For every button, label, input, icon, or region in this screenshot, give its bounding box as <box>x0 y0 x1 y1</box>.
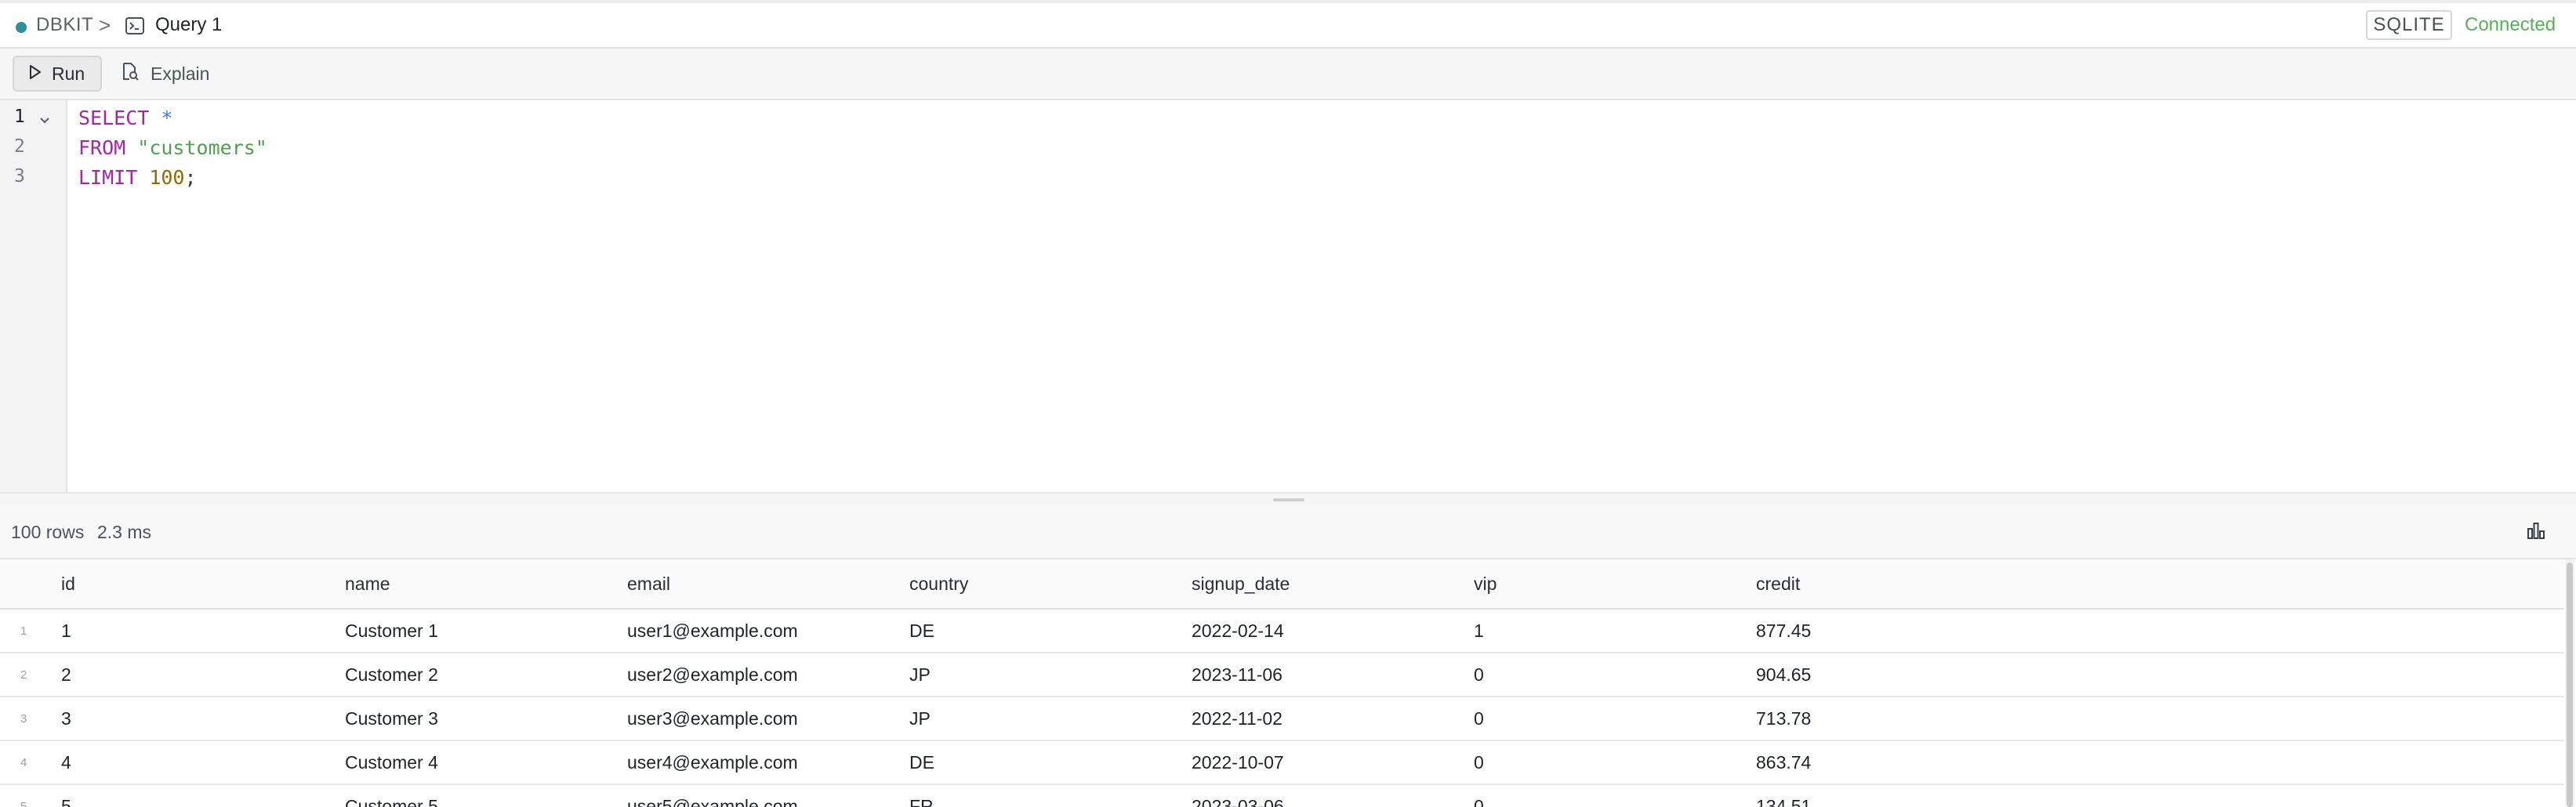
sql-editor[interactable]: 1 2 3 SELECT * FROM "customers" LIMIT 10… <box>0 100 2576 492</box>
table-cell[interactable]: user3@example.com <box>627 697 798 740</box>
line-number: 3 <box>14 166 25 186</box>
results-summary-bar: 100 rows 2.3 ms <box>0 506 2576 559</box>
execution-time: 2.3 ms <box>97 521 152 542</box>
sql-number: 100 <box>149 166 185 189</box>
scrollbar-thumb[interactable] <box>2567 563 2573 807</box>
splitter-grip-handle[interactable] <box>1273 498 1304 501</box>
table-cell[interactable]: 0 <box>1474 697 1484 740</box>
table-cell[interactable]: 5 <box>61 785 71 807</box>
bar-chart-icon[interactable] <box>2526 520 2546 545</box>
title-bar: DBKIT > Query 1 SQLITE Connected <box>0 3 2576 49</box>
column-header-name[interactable]: name <box>345 559 390 608</box>
table-cell[interactable]: 2023-11-06 <box>1192 653 1283 696</box>
table-row[interactable]: 4 4 Customer 4 user4@example.com DE 2022… <box>0 741 2563 785</box>
table-cell[interactable]: 0 <box>1474 741 1484 783</box>
row-count: 100 rows <box>11 521 85 542</box>
row-number: 4 <box>20 755 27 769</box>
table-cell[interactable]: 134.51 <box>1756 785 1811 807</box>
terminal-icon <box>125 17 144 38</box>
table-cell[interactable]: JP <box>909 653 931 696</box>
table-row[interactable]: 1 1 Customer 1 user1@example.com DE 2022… <box>0 610 2563 653</box>
table-cell[interactable]: 0 <box>1474 653 1484 696</box>
table-cell[interactable]: 863.74 <box>1756 741 1811 783</box>
code-line: LIMIT 100; <box>78 166 197 189</box>
play-icon <box>28 63 42 85</box>
table-cell[interactable]: 2022-10-07 <box>1192 741 1284 783</box>
table-cell[interactable]: Customer 4 <box>345 741 438 783</box>
table-cell[interactable]: JP <box>909 697 931 740</box>
table-row[interactable]: 3 3 Customer 3 user3@example.com JP 2022… <box>0 697 2563 741</box>
column-header-vip[interactable]: vip <box>1474 559 1497 608</box>
table-cell[interactable]: 904.65 <box>1756 653 1811 696</box>
table-cell[interactable]: 877.45 <box>1756 610 1811 652</box>
table-cell[interactable]: FR <box>909 785 934 807</box>
pane-splitter[interactable] <box>0 492 2576 506</box>
table-cell[interactable]: DE <box>909 741 934 783</box>
code-line: FROM "customers" <box>78 136 267 159</box>
table-cell[interactable]: 0 <box>1474 785 1484 807</box>
table-cell[interactable]: 2022-11-02 <box>1192 697 1283 740</box>
query-toolbar: Run Explain <box>0 49 2576 100</box>
sql-keyword: LIMIT <box>78 166 138 189</box>
column-header-signup-date[interactable]: signup_date <box>1192 559 1290 608</box>
table-cell[interactable]: 2022-02-14 <box>1192 610 1284 652</box>
table-cell[interactable]: Customer 1 <box>345 610 438 652</box>
connection-dot-icon <box>16 22 27 33</box>
table-cell[interactable]: 1 <box>61 610 71 652</box>
explain-button[interactable]: Explain <box>121 56 209 92</box>
line-number-gutter: 1 2 3 <box>0 100 67 492</box>
row-number: 1 <box>20 624 27 638</box>
sql-punctuation: ; <box>184 166 197 189</box>
results-table: id name email country signup_date vip cr… <box>0 559 2563 807</box>
table-cell[interactable]: user1@example.com <box>627 610 798 652</box>
code-line: SELECT * <box>78 107 172 129</box>
run-button-label: Run <box>52 63 85 84</box>
table-cell[interactable]: 1 <box>1474 610 1484 652</box>
table-cell[interactable]: user4@example.com <box>627 741 798 783</box>
table-cell[interactable]: user5@example.com <box>627 785 798 807</box>
table-cell[interactable]: DE <box>909 610 934 652</box>
sql-keyword: SELECT <box>78 107 150 129</box>
breadcrumb-separator: > <box>99 13 111 37</box>
table-row[interactable]: 2 2 Customer 2 user2@example.com JP 2023… <box>0 653 2563 697</box>
results-scrollbar[interactable] <box>2565 559 2574 807</box>
table-cell[interactable]: 2023-03-06 <box>1192 785 1284 807</box>
table-cell[interactable]: Customer 3 <box>345 697 438 740</box>
table-row[interactable]: 5 5 Customer 5 user5@example.com FR 2023… <box>0 785 2563 807</box>
table-cell[interactable]: 713.78 <box>1756 697 1811 740</box>
breadcrumb-root[interactable]: DBKIT <box>36 3 93 47</box>
row-number: 5 <box>20 799 27 807</box>
table-cell[interactable]: 2 <box>61 653 71 696</box>
row-number: 2 <box>20 668 27 682</box>
column-header-credit[interactable]: credit <box>1756 559 1800 608</box>
row-number: 3 <box>20 711 27 726</box>
explain-button-label: Explain <box>151 63 210 84</box>
table-cell[interactable]: Customer 2 <box>345 653 438 696</box>
table-header: id name email country signup_date vip cr… <box>0 559 2563 610</box>
sql-operator: * <box>161 107 173 129</box>
column-header-email[interactable]: email <box>627 559 670 608</box>
fold-chevron-icon[interactable] <box>39 114 50 128</box>
connection-status: Connected <box>2465 14 2556 35</box>
engine-badge: SQLITE <box>2366 10 2452 40</box>
line-number: 1 <box>14 107 25 127</box>
sql-keyword: FROM <box>78 136 126 159</box>
table-cell[interactable]: Customer 5 <box>345 785 438 807</box>
sql-string: "customers" <box>137 136 267 159</box>
column-header-country[interactable]: country <box>909 559 968 608</box>
table-cell[interactable]: 4 <box>61 741 71 783</box>
run-button[interactable]: Run <box>13 56 102 92</box>
document-search-icon <box>121 62 140 85</box>
column-header-id[interactable]: id <box>61 559 75 608</box>
table-cell[interactable]: 3 <box>61 697 71 740</box>
table-cell[interactable]: user2@example.com <box>627 653 798 696</box>
line-number: 2 <box>14 136 25 157</box>
breadcrumb-query[interactable]: Query 1 <box>155 3 222 47</box>
